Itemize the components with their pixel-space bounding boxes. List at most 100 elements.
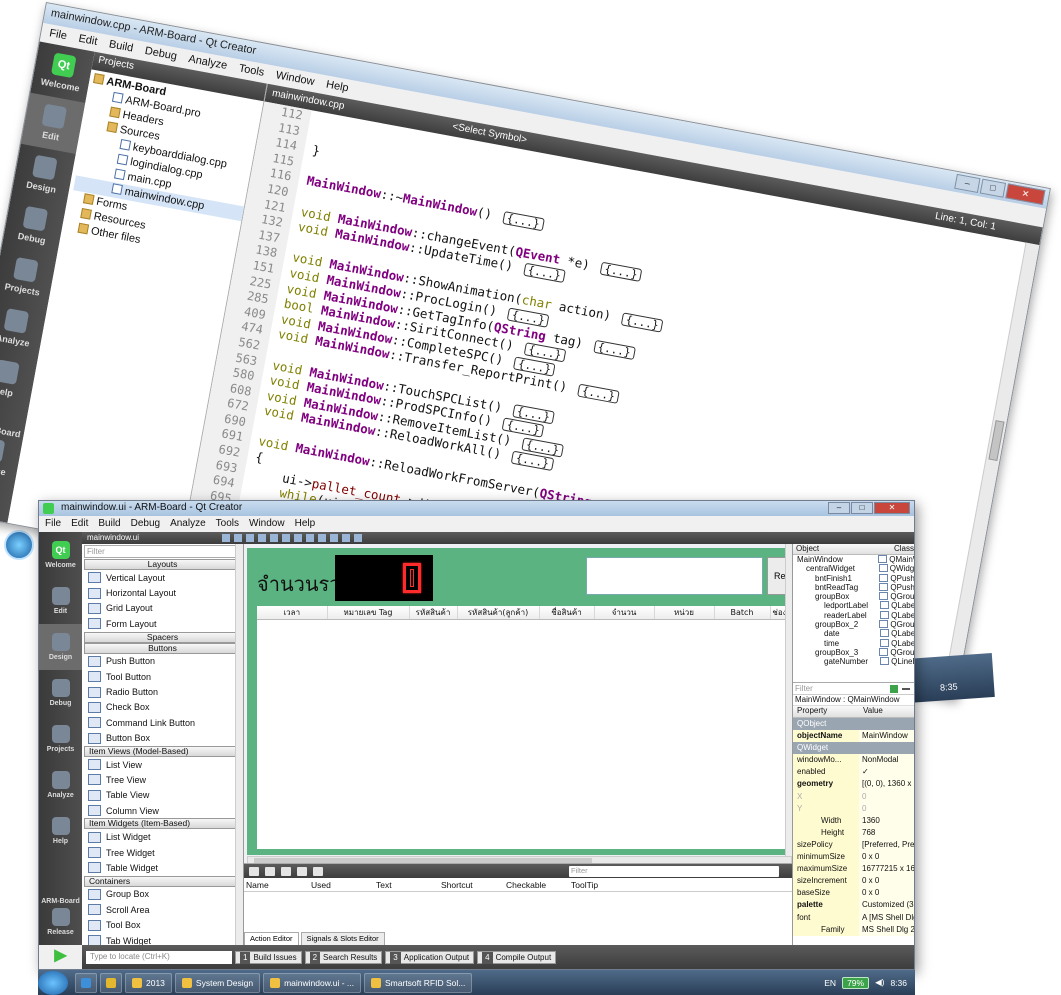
action-column-tooltip[interactable]: ToolTip — [569, 880, 649, 890]
taskbar-button-2013[interactable]: 2013 — [125, 972, 172, 993]
property-row-windowmo[interactable]: windowMo... NonModal — [793, 754, 914, 767]
menu-tools[interactable]: Tools — [216, 518, 239, 530]
object-row-date[interactable]: date QLabel — [793, 629, 914, 638]
form-canvas[interactable]: จำนวนรวม Re เวลา หมายเลข Tag รหัสสินค้า รหั… — [247, 548, 789, 855]
widget-table-widget[interactable]: Table Widget — [82, 860, 243, 875]
windows-start-orb[interactable] — [4, 530, 34, 560]
mode-help[interactable]: Help — [39, 808, 82, 854]
table-column-header[interactable]: Batch — [714, 606, 771, 620]
widget-category-containers[interactable]: Containers — [84, 875, 241, 887]
layout-horizontal-icon[interactable] — [270, 534, 278, 542]
property-row-enabled[interactable]: enabled ✓ — [793, 766, 914, 779]
property-value[interactable]: 0 — [859, 802, 914, 815]
tag-input-box[interactable] — [586, 557, 763, 595]
taskbar-button-smartsoft-rfid-sol[interactable]: Smartsoft RFID Sol... — [364, 972, 473, 993]
property-column-header[interactable]: Property — [793, 706, 859, 717]
value-column-header[interactable]: Value — [859, 706, 883, 717]
open-file-selector[interactable]: mainwindow.ui — [87, 533, 139, 542]
widget-category-item-views-model-based[interactable]: Item Views (Model-Based) — [84, 745, 241, 757]
run-button[interactable]: ▶ — [39, 940, 82, 969]
object-row-groupbox-3[interactable]: groupBox_3 QGrou — [793, 648, 914, 657]
output-pane-build-issues[interactable]: 1 Build Issues — [235, 950, 302, 964]
object-row-time[interactable]: time QLabel — [793, 639, 914, 648]
property-value[interactable]: 0 x 0 — [859, 887, 914, 900]
layout-splitter-v-icon[interactable] — [306, 534, 314, 542]
menu-build[interactable]: Build — [108, 38, 134, 55]
menu-tools[interactable]: Tools — [238, 62, 265, 79]
mode-design[interactable]: Design — [39, 624, 82, 670]
property-row-objectname[interactable]: objectName MainWindow — [793, 730, 914, 743]
property-value[interactable]: 0 x 0 — [859, 851, 914, 864]
action-column-text[interactable]: Text — [374, 880, 439, 890]
menu-analyze[interactable]: Analyze — [170, 518, 206, 530]
mode-debug[interactable]: Debug — [39, 670, 82, 716]
delete-action-icon[interactable] — [297, 866, 307, 876]
property-row-y[interactable]: Y0 — [793, 802, 914, 815]
front-window-titlebar[interactable]: mainwindow.ui - ARM-Board - Qt Creator –… — [39, 501, 914, 516]
object-row-bntfinish1[interactable]: bntFinish1 QPush — [793, 574, 914, 583]
property-value[interactable]: 16777215 x 16777215 — [859, 863, 914, 876]
minimize-button[interactable]: – — [954, 173, 981, 194]
object-row-ledportlabel[interactable]: ledportLabel QLabel — [793, 601, 914, 610]
edit-signals-icon[interactable] — [234, 534, 242, 542]
property-value[interactable] — [859, 742, 914, 755]
menu-file[interactable]: File — [45, 518, 61, 530]
widget-category-layouts[interactable]: Layouts — [84, 559, 241, 570]
menu-build[interactable]: Build — [98, 518, 120, 530]
edit-tab-order-icon[interactable] — [258, 534, 266, 542]
property-value[interactable]: 0 x 0 — [859, 875, 914, 888]
output-pane-compile-output[interactable]: 4 Compile Output — [477, 950, 557, 964]
copy-action-icon[interactable] — [265, 866, 275, 876]
widget-filter-input[interactable]: Filter — [84, 545, 240, 558]
widget-scroll-area[interactable]: Scroll Area — [82, 902, 243, 917]
spc-list-table[interactable]: เวลา หมายเลข Tag รหัสสินค้า รหัสสินค้า(ลูกค… — [257, 606, 789, 849]
property-filter-input[interactable]: Filter — [795, 684, 813, 693]
taskbar-button-system-design[interactable]: System Design — [174, 972, 261, 993]
new-action-icon[interactable] — [249, 866, 259, 876]
chrome-icon[interactable] — [100, 972, 122, 993]
close-button[interactable]: ✕ — [874, 502, 910, 514]
property-row-width[interactable]: Width 1360 — [793, 814, 914, 827]
widget-tree-view[interactable]: Tree View — [82, 772, 243, 787]
widget-command-link-button[interactable]: Command Link Button — [82, 715, 243, 730]
layout-grid-icon[interactable] — [330, 534, 338, 542]
minimize-button[interactable]: – — [828, 502, 850, 514]
mode-welcome[interactable]: Qt Welcome — [39, 532, 82, 578]
table-column-header[interactable]: หมายเลข Tag — [327, 606, 410, 620]
property-value[interactable] — [859, 718, 914, 731]
property-row-minimumsize[interactable]: minimumSize 0 x 0 — [793, 851, 914, 864]
widget-push-button[interactable]: Push Button — [82, 654, 243, 669]
break-layout-icon[interactable] — [342, 534, 350, 542]
widget-vertical-layout[interactable]: Vertical Layout — [82, 570, 243, 585]
battery-indicator[interactable]: 79% — [842, 976, 870, 989]
remove-dynamic-property-icon[interactable] — [902, 687, 910, 690]
property-row-sizeincrement[interactable]: sizeIncrement 0 x 0 — [793, 875, 914, 888]
clock[interactable]: 8:36 — [890, 978, 907, 988]
widget-table-view[interactable]: Table View — [82, 788, 243, 803]
widget-category-item-widgets-item-based[interactable]: Item Widgets (Item-Based) — [84, 818, 241, 830]
object-row-groupbox[interactable]: groupBox QGrou — [793, 592, 914, 601]
mode-edit[interactable]: Edit — [39, 578, 82, 624]
widget-radio-button[interactable]: Radio Button — [82, 684, 243, 699]
property-row-sizepolicy[interactable]: sizePolicy[Preferred, Preferre... — [793, 838, 914, 852]
property-value[interactable]: NonModal — [859, 754, 914, 767]
widget-group-box[interactable]: Group Box — [82, 887, 243, 902]
maximize-button[interactable]: □ — [979, 178, 1007, 198]
mode-projects[interactable]: Projects — [39, 716, 82, 762]
action-column-name[interactable]: Name — [244, 880, 309, 890]
action-column-used[interactable]: Used — [309, 880, 374, 890]
property-value[interactable]: A [MS Shell Dlg 2,... — [859, 911, 914, 924]
widget-tree-widget[interactable]: Tree Widget — [82, 845, 243, 860]
widget-list-view[interactable]: List View — [82, 757, 243, 772]
property-row-geometry[interactable]: geometry[(0, 0), 1360 x 768] — [793, 778, 914, 791]
paste-action-icon[interactable] — [281, 866, 291, 876]
action-filter-input[interactable]: Filter — [569, 865, 779, 877]
widget-list-widget[interactable]: List Widget — [82, 829, 243, 844]
property-row-font[interactable]: fontA [MS Shell Dlg 2,... — [793, 911, 914, 924]
object-row-mainwindow[interactable]: MainWindow QMainWin — [793, 555, 914, 564]
mode-analyze[interactable]: Analyze — [39, 762, 82, 808]
ie-icon[interactable] — [75, 972, 97, 993]
menu-file[interactable]: File — [48, 27, 68, 43]
object-column-header[interactable]: Object — [793, 544, 891, 554]
table-column-header[interactable]: หน่วย — [654, 606, 715, 620]
